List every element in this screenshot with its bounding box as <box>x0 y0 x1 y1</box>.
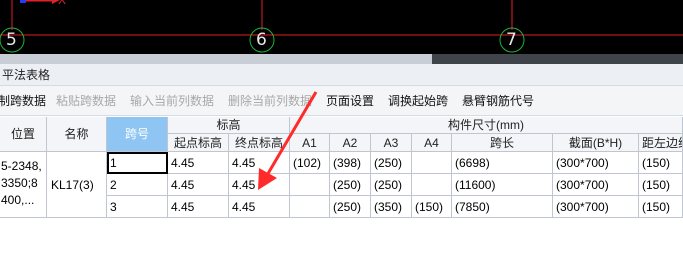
app-root: 5 6 7 X 平法表格 制跨数据 粘贴跨数据 输入当前列数据 删除当前列数据 … <box>0 0 683 275</box>
annotation-arrow <box>258 91 318 190</box>
